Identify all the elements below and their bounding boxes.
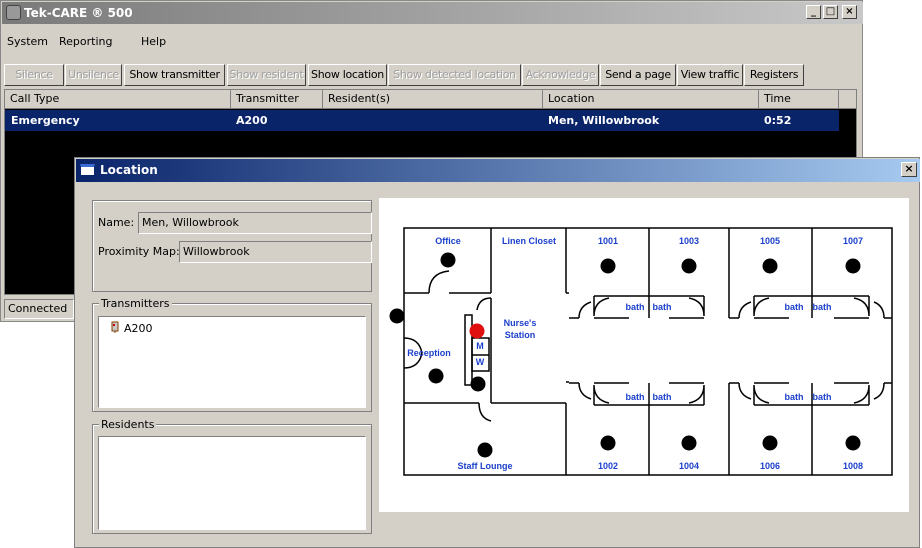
proximity-map-field: Willowbrook	[179, 241, 372, 263]
main-title-bar[interactable]: Tek-CARE ® 500	[2, 2, 863, 24]
table-row[interactable]: Emergency A200 Men, Willowbrook 0:52	[5, 110, 839, 131]
name-label: Name:	[98, 216, 135, 229]
location-dialog: Location × Name: Men, Willowbrook Proxim…	[74, 157, 920, 548]
transmitter-item[interactable]: A200	[124, 322, 153, 335]
location-title-text: Location	[100, 163, 158, 177]
toolbar: Silence Unsilence Show transmitter Show …	[4, 64, 864, 86]
transmitters-group: Transmitters A200	[92, 297, 372, 412]
minimize-button[interactable]: _	[806, 5, 821, 19]
location-info-group: Name: Men, Willowbrook Proximity Map: Wi…	[92, 200, 372, 292]
col-time[interactable]: Time	[759, 90, 839, 109]
show-transmitter-button[interactable]: Show transmitter	[124, 64, 225, 86]
location-close-button[interactable]: ×	[901, 162, 917, 177]
header-filler	[839, 90, 856, 109]
main-title-text: Tek-CARE ® 500	[24, 6, 133, 20]
residents-group: Residents	[92, 418, 372, 534]
close-button[interactable]: ×	[842, 5, 857, 19]
unsilence-button[interactable]: Unsilence	[65, 64, 122, 86]
transmitters-label: Transmitters	[99, 297, 172, 310]
show-resident-button[interactable]: Show resident	[227, 64, 306, 86]
transmitters-list: A200	[98, 316, 366, 408]
app-icon	[6, 5, 21, 20]
window-icon	[80, 164, 95, 176]
location-title-bar[interactable]: Location	[76, 159, 920, 182]
col-residents[interactable]: Resident(s)	[323, 90, 543, 109]
menu-help[interactable]: Help	[141, 35, 166, 48]
cell-transmitter: A200	[236, 114, 268, 127]
proximity-map-label: Proximity Map:	[98, 245, 180, 258]
show-detected-location-button[interactable]: Show detected location	[388, 64, 521, 86]
send-page-button[interactable]: Send a page	[600, 64, 676, 86]
show-location-button[interactable]: Show location	[308, 64, 387, 86]
map-marker-layer	[379, 198, 909, 512]
residents-label: Residents	[99, 418, 157, 431]
table-header: Call Type Transmitter Resident(s) Locati…	[5, 90, 856, 109]
cell-location: Men, Willowbrook	[548, 114, 660, 127]
col-location[interactable]: Location	[543, 90, 759, 109]
name-field: Men, Willowbrook	[138, 212, 372, 234]
maximize-button[interactable]: □	[823, 5, 838, 19]
transmitter-icon	[110, 321, 120, 334]
cell-time: 0:52	[764, 114, 792, 127]
acknowledge-button[interactable]: Acknowledge	[522, 64, 599, 86]
col-call-type[interactable]: Call Type	[5, 90, 231, 109]
col-transmitter[interactable]: Transmitter	[231, 90, 323, 109]
residents-list	[98, 436, 366, 530]
menu-system[interactable]: System	[7, 35, 48, 48]
view-traffic-button[interactable]: View traffic	[677, 64, 743, 86]
registers-button[interactable]: Registers	[744, 64, 804, 86]
proximity-map[interactable]: Office Linen Closet 1001 1003 1005 1007 Nurse'…	[379, 198, 909, 512]
menu-reporting[interactable]: Reporting	[59, 35, 112, 48]
silence-button[interactable]: Silence	[4, 64, 64, 86]
status-bar: Connected	[4, 299, 74, 319]
cell-call-type: Emergency	[11, 114, 80, 127]
